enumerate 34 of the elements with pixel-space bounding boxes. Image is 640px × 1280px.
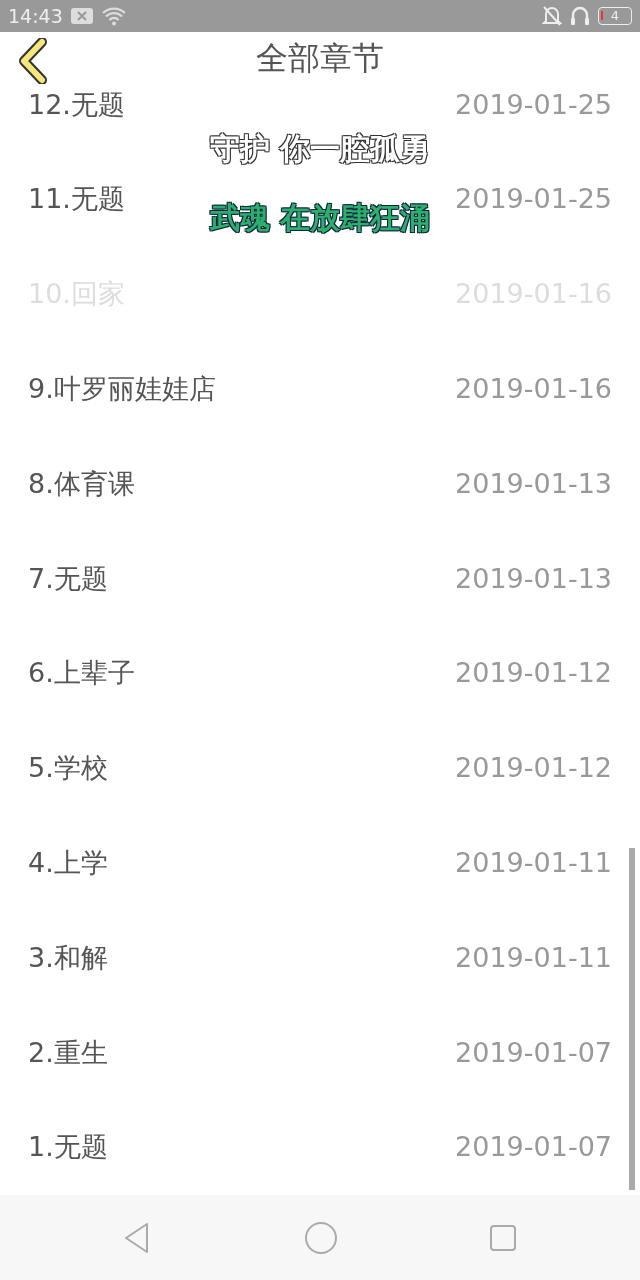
battery-level: 4 xyxy=(598,7,632,25)
chapter-date: 2019-01-25 xyxy=(455,89,612,120)
chapter-date: 2019-01-11 xyxy=(455,942,612,973)
wifi-icon xyxy=(100,6,127,26)
chapter-title[interactable]: 4.上学 xyxy=(28,847,108,878)
chapter-date: 2019-01-12 xyxy=(455,753,612,783)
lyric-line: 武魂 在放肆狂涌 xyxy=(209,201,431,234)
chapter-title[interactable]: 7.无题 xyxy=(28,563,108,594)
chapter-date: 2019-01-13 xyxy=(455,563,612,594)
chapter-date: 2019-01-25 xyxy=(455,184,612,215)
chapter-title[interactable]: 12.无题 xyxy=(28,89,125,120)
chapter-title[interactable]: 8.体育课 xyxy=(28,468,135,499)
chapter-date: 2019-01-11 xyxy=(455,847,612,878)
chapter-title[interactable]: 1.无题 xyxy=(28,1132,108,1162)
chapter-title[interactable]: 6.上辈子 xyxy=(28,658,135,688)
headphones-icon xyxy=(570,5,590,27)
muted-bell-icon xyxy=(542,5,562,27)
lyric-line: 守护 你一腔孤勇 xyxy=(209,132,431,165)
back-icon[interactable] xyxy=(16,38,50,84)
chapter-title[interactable]: 2.重生 xyxy=(28,1037,108,1068)
chapter-date: 2019-01-07 xyxy=(455,1132,612,1162)
chapter-title[interactable]: 3.和解 xyxy=(28,942,108,973)
chapter-title[interactable]: 5.学校 xyxy=(28,753,108,783)
recent-apps-icon[interactable] xyxy=(488,1223,517,1252)
clock: 14:43 xyxy=(8,3,63,29)
notification-icon xyxy=(70,8,93,24)
chapter-date: 2019-01-16 xyxy=(455,373,612,404)
chapter-date: 2019-01-12 xyxy=(455,658,612,688)
chapter-date: 2019-01-07 xyxy=(455,1037,612,1068)
chapter-date: 2019-01-13 xyxy=(455,468,612,499)
chapter-title[interactable]: 11.无题 xyxy=(28,184,125,215)
page-title: 全部章节 xyxy=(256,41,384,77)
home-icon[interactable] xyxy=(304,1220,338,1255)
chapter-title[interactable]: 9.叶罗丽娃娃店 xyxy=(28,373,216,404)
